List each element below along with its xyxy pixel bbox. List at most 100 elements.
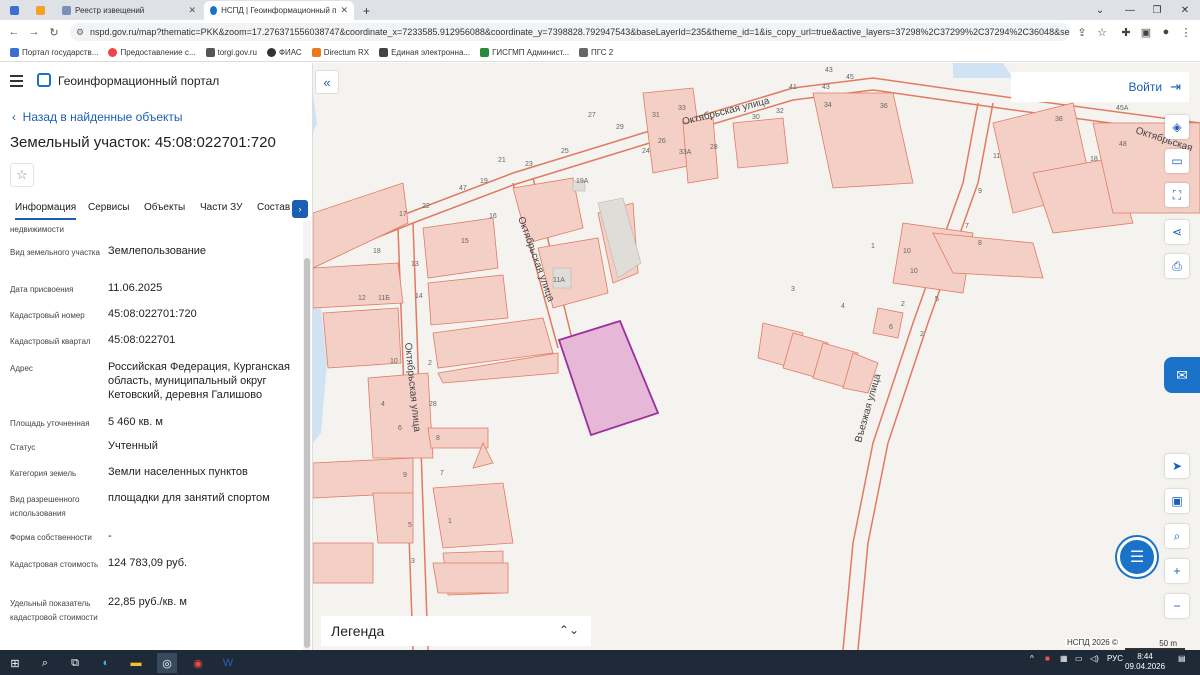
volume-icon[interactable]: ◁) (1090, 654, 1099, 663)
system-clock[interactable]: 8:44 09.04.2026 (1125, 652, 1165, 672)
back-to-results-link[interactable]: ‹ Назад в найденные объекты (12, 110, 183, 124)
reload-icon[interactable]: ↻ (44, 22, 64, 42)
yandex-icon (36, 6, 45, 15)
file-explorer-icon[interactable]: ▬ (126, 653, 146, 673)
tabs-next-arrow-icon[interactable]: › (292, 200, 308, 218)
windows-taskbar: ⊞ ⌕ ⧉ ◐ ▬ ◎ ◉ W ^ ■ ▦ ▭ ◁) РУС 8:44 09.04… (0, 650, 1200, 675)
prop-value: 124 783,09 руб. (108, 557, 188, 569)
back-arrow-icon[interactable]: ← (4, 22, 24, 42)
expand-chevron-icon[interactable]: ⌃⌄ (559, 623, 579, 637)
chrome-icon[interactable]: ◉ (188, 653, 208, 673)
tab-nspd[interactable]: НСПД | Геоинформационный п ✕ (204, 1, 354, 20)
notifications-icon[interactable]: ▤ (1178, 654, 1186, 663)
language-indicator[interactable]: РУС (1107, 654, 1123, 663)
share-icon[interactable]: ⋖ (1165, 220, 1189, 244)
edge-icon[interactable]: ◐ (96, 653, 116, 673)
geolocation-icon[interactable]: ➤ (1165, 454, 1189, 478)
house-number: 19А (576, 178, 589, 185)
url-input[interactable]: ⚙ nspd.gov.ru/map?thematic=PKK&zoom=17.27… (70, 23, 1070, 41)
tray-app-icon[interactable]: ■ (1045, 654, 1050, 663)
house-number: 18 (1090, 156, 1098, 163)
new-tab-button[interactable]: + (357, 1, 375, 20)
map-canvas[interactable]: Октябрьская улица Октябрьская улица Октя… (313, 63, 1200, 650)
profile-icon[interactable]: ● (1156, 22, 1176, 42)
bookmark-item[interactable]: ГИСГМП Админист... (480, 48, 569, 57)
gosuslugi-icon (10, 48, 19, 57)
share-icon[interactable]: ⇪ (1072, 22, 1092, 42)
bookmark-item[interactable]: Портал государств... (10, 48, 98, 57)
favorite-star-icon[interactable]: ☆ (10, 163, 34, 187)
house-number: 9 (978, 188, 982, 195)
measure-icon[interactable]: ▭ (1165, 149, 1189, 173)
sidepanel-icon[interactable]: ▣ (1136, 22, 1156, 42)
bookmark-star-icon[interactable]: ☆ (1092, 22, 1112, 42)
chat-icon[interactable]: ☰ (1117, 537, 1157, 577)
collapse-sidebar-icon[interactable]: « (315, 70, 339, 94)
clock-time: 8:44 (1137, 652, 1153, 661)
tab-objects[interactable]: Объекты (144, 202, 185, 213)
search-location-icon[interactable]: ⌕ (1165, 524, 1189, 548)
maximize-icon[interactable]: ❐ (1142, 0, 1172, 20)
torgi-icon (205, 48, 215, 57)
tab-parts[interactable]: Части ЗУ (200, 202, 242, 213)
house-number: 7 (965, 223, 969, 230)
forward-arrow-icon[interactable]: → (24, 22, 44, 42)
house-number: 30 (752, 114, 760, 121)
bookmark-item[interactable]: ФИАС (266, 48, 302, 57)
close-icon[interactable]: ✕ (340, 5, 348, 16)
print-icon[interactable]: ⎙ (1165, 254, 1189, 278)
water-area (953, 63, 1013, 78)
selected-parcel[interactable] (557, 319, 660, 437)
layers-icon[interactable]: ◈ (1165, 115, 1189, 139)
legend-panel[interactable]: Легенда ⌃⌄ (321, 616, 591, 646)
prop-label: Адрес (10, 364, 33, 373)
close-icon[interactable]: ✕ (188, 5, 196, 16)
house-number: 26 (658, 138, 666, 145)
app-icon[interactable]: ◎ (157, 653, 177, 673)
menu-icon[interactable]: ⋮ (1176, 22, 1196, 42)
zoom-in-icon[interactable]: + (1165, 559, 1189, 583)
select-area-icon[interactable]: ⛶ (1165, 183, 1189, 207)
chevron-down-icon[interactable]: ⌄ (1085, 0, 1115, 20)
tab-composition[interactable]: Состав (257, 202, 290, 213)
tab-information[interactable]: Информация (15, 202, 77, 220)
scrollbar-thumb[interactable] (304, 258, 310, 648)
search-icon[interactable]: ⌕ (35, 653, 55, 673)
house-number: 2 (428, 360, 432, 367)
network-icon[interactable]: ▭ (1075, 654, 1083, 663)
scale-bar: 50 m (1125, 639, 1185, 650)
minimap-icon[interactable]: ▣ (1165, 489, 1189, 513)
gosuslugi-widget-icon[interactable]: ✉ (1164, 357, 1200, 393)
bookmark-item[interactable]: ПГС 2 (579, 48, 613, 57)
word-icon[interactable]: W (218, 653, 238, 673)
prop-label: Удельный показатель кадастровой стоимост… (10, 599, 98, 622)
emblem-icon (62, 6, 71, 15)
task-view-icon[interactable]: ⧉ (65, 653, 85, 673)
tab-services[interactable]: Сервисы (88, 202, 129, 213)
bookmark-label: ФИАС (278, 48, 302, 57)
bookmark-item[interactable]: Directum RX (311, 48, 369, 57)
tab-gosuslugi[interactable] (4, 1, 26, 20)
tray-app-icon[interactable]: ▦ (1060, 654, 1068, 663)
prop-label: недвижимости (10, 225, 64, 234)
house-number: 3 (791, 286, 795, 293)
tab-registry[interactable]: Реестр извещений ✕ (56, 1, 202, 20)
menu-burger-icon[interactable] (10, 75, 23, 87)
house-number: 17 (399, 211, 407, 218)
extensions-icon[interactable]: ✚ (1116, 22, 1136, 42)
portal-title: Геоинформационный портал (58, 74, 220, 88)
site-info-icon[interactable]: ⚙ (76, 23, 84, 41)
prop-label: Кадастровая стоимость (10, 560, 99, 569)
close-window-icon[interactable]: ✕ (1170, 0, 1200, 20)
login-button[interactable]: Войти ⇥ (1011, 72, 1189, 102)
tray-arrow-icon[interactable]: ^ (1030, 654, 1034, 663)
object-title: Земельный участок: 45:08:022701:720 (10, 134, 276, 151)
tab-yandex[interactable] (30, 1, 52, 20)
zoom-out-icon[interactable]: − (1165, 594, 1189, 618)
house-number: 8 (436, 435, 440, 442)
bookmark-item[interactable]: Единая электронна... (379, 48, 470, 57)
windows-start-icon[interactable]: ⊞ (5, 653, 25, 673)
bookmark-item[interactable]: Предоставление с... (108, 48, 196, 57)
minimize-icon[interactable]: — (1115, 0, 1145, 20)
bookmark-item[interactable]: torgi.gov.ru (205, 48, 257, 57)
